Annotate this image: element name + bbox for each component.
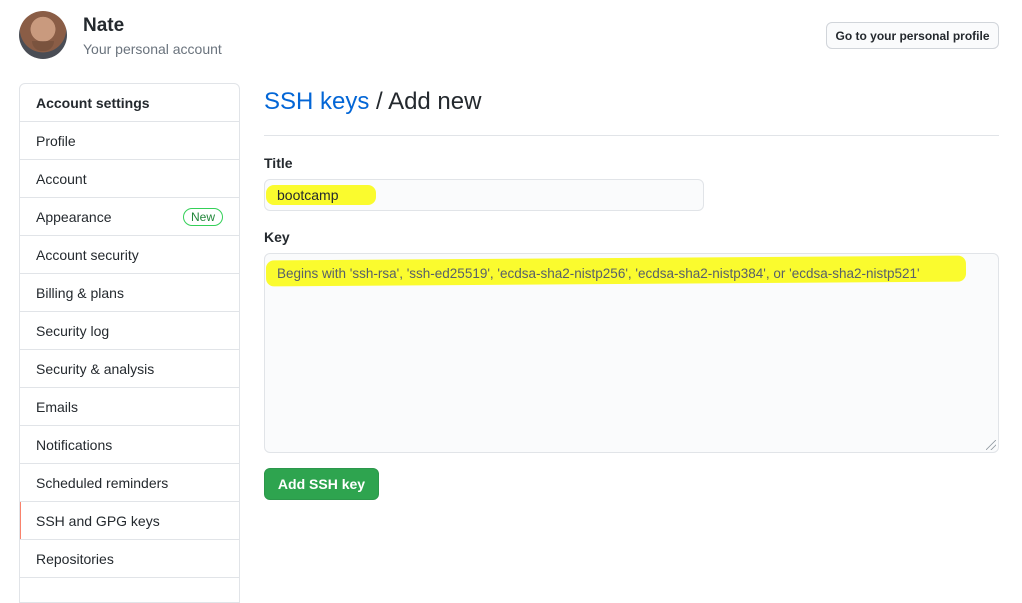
sidebar-item-label: Emails — [36, 398, 79, 415]
page-title: SSH keys / Add new — [264, 88, 481, 116]
sidebar-item-account-security[interactable]: Account security — [20, 236, 239, 274]
breadcrumb-ssh-keys-link[interactable]: SSH keys — [264, 88, 369, 115]
sidebar-item-notifications[interactable]: Notifications — [20, 426, 239, 464]
sidebar-item-label: Billing & plans — [36, 284, 124, 301]
sidebar-item-label: Security & analysis — [36, 360, 155, 377]
add-ssh-key-button[interactable]: Add SSH key — [264, 468, 379, 500]
sidebar-item-label: Account security — [36, 246, 139, 263]
sidebar-item-label: Notifications — [36, 436, 113, 453]
sidebar-item-label: SSH and GPG keys — [36, 512, 160, 529]
sidebar-item-label: Repositories — [36, 550, 114, 567]
avatar[interactable] — [19, 11, 67, 59]
key-label: Key — [264, 229, 290, 245]
key-placeholder: Begins with 'ssh-rsa', 'ssh-ed25519', 'e… — [277, 266, 920, 281]
new-badge: New — [182, 207, 223, 226]
title-divider — [264, 135, 999, 136]
sidebar-item-ssh-gpg-keys[interactable]: SSH and GPG keys — [20, 502, 239, 540]
sidebar-header: Account settings — [20, 84, 239, 122]
title-label: Title — [264, 155, 293, 171]
sidebar-item-appearance[interactable]: Appearance New — [20, 198, 239, 236]
go-to-profile-button[interactable]: Go to your personal profile — [826, 22, 999, 49]
sidebar-item-account[interactable]: Account — [20, 160, 239, 198]
sidebar-item-repositories[interactable]: Repositories — [20, 540, 239, 578]
sidebar-item-security-log[interactable]: Security log — [20, 312, 239, 350]
user-name: Nate — [83, 15, 125, 36]
sidebar-item-profile[interactable]: Profile — [20, 122, 239, 160]
breadcrumb-current: Add new — [388, 88, 482, 115]
settings-sidebar: Account settings Profile Account Appeara… — [19, 83, 240, 603]
sidebar-item-label: Appearance — [36, 208, 112, 225]
title-value: bootcamp — [277, 187, 339, 203]
sidebar-item-emails[interactable]: Emails — [20, 388, 239, 426]
sidebar-item-label: Security log — [36, 322, 110, 339]
sidebar-item-label: Profile — [36, 132, 76, 149]
account-subtitle: Your personal account — [83, 41, 222, 57]
sidebar-item-billing[interactable]: Billing & plans — [20, 274, 239, 312]
sidebar-item-label: Scheduled reminders — [36, 474, 169, 491]
sidebar-item-security-analysis[interactable]: Security & analysis — [20, 350, 239, 388]
breadcrumb-separator: / — [369, 88, 389, 115]
resize-grip-icon[interactable] — [986, 440, 996, 450]
sidebar-item-scheduled-reminders[interactable]: Scheduled reminders — [20, 464, 239, 502]
sidebar-item-label: Account — [36, 170, 87, 187]
